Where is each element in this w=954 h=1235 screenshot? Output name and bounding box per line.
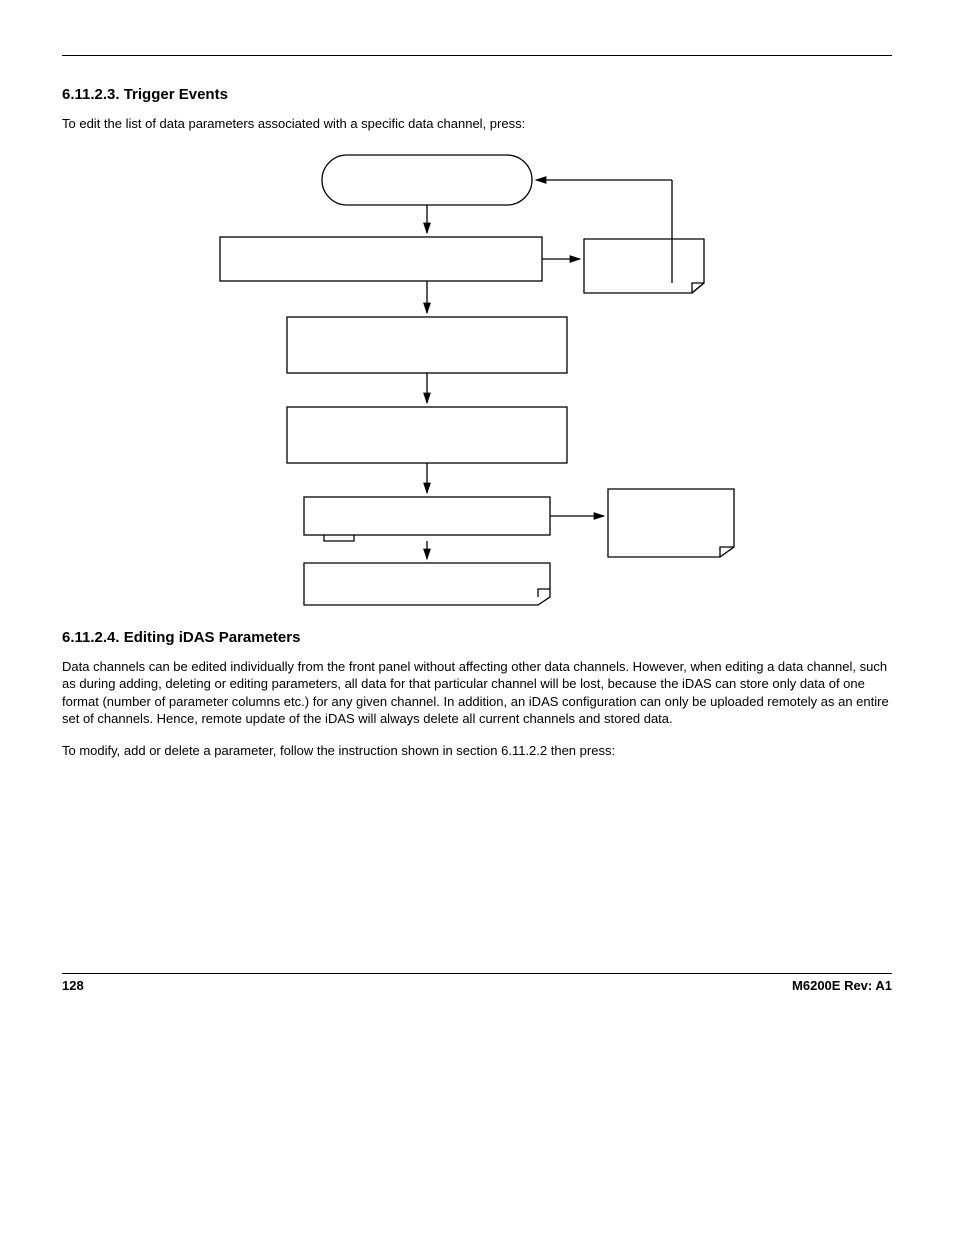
- flow-box-2: [287, 317, 567, 373]
- section1-intro: To edit the list of data parameters asso…: [62, 115, 892, 133]
- flow-box-4-tab: [324, 535, 354, 541]
- page-footer: 128 M6200E Rev: A1: [62, 973, 892, 993]
- page-number: 128: [62, 978, 84, 993]
- section-heading-trigger-events: 6.11.2.3. Trigger Events: [62, 86, 892, 103]
- doc-revision: M6200E Rev: A1: [792, 978, 892, 993]
- flow-box-3: [287, 407, 567, 463]
- footer-rule: [62, 973, 892, 974]
- flow-terminator: [322, 155, 532, 205]
- flow-note-1-fold: [692, 283, 704, 293]
- section-heading-editing-idas: 6.11.2.4. Editing iDAS Parameters: [62, 629, 892, 646]
- page: 6.11.2.3. Trigger Events To edit the lis…: [0, 0, 954, 1235]
- section2-para2: To modify, add or delete a parameter, fo…: [62, 742, 892, 760]
- flow-box-1: [220, 237, 542, 281]
- flowchart-svg: [212, 147, 742, 607]
- flow-box-5: [304, 563, 550, 605]
- top-rule: [62, 55, 892, 56]
- flow-box-4: [304, 497, 550, 535]
- flow-box-5-fold: [538, 589, 550, 597]
- flowchart: [62, 147, 892, 607]
- flow-note-1: [584, 239, 704, 293]
- flow-note-2: [608, 489, 734, 557]
- section2-para1: Data channels can be edited individually…: [62, 658, 892, 728]
